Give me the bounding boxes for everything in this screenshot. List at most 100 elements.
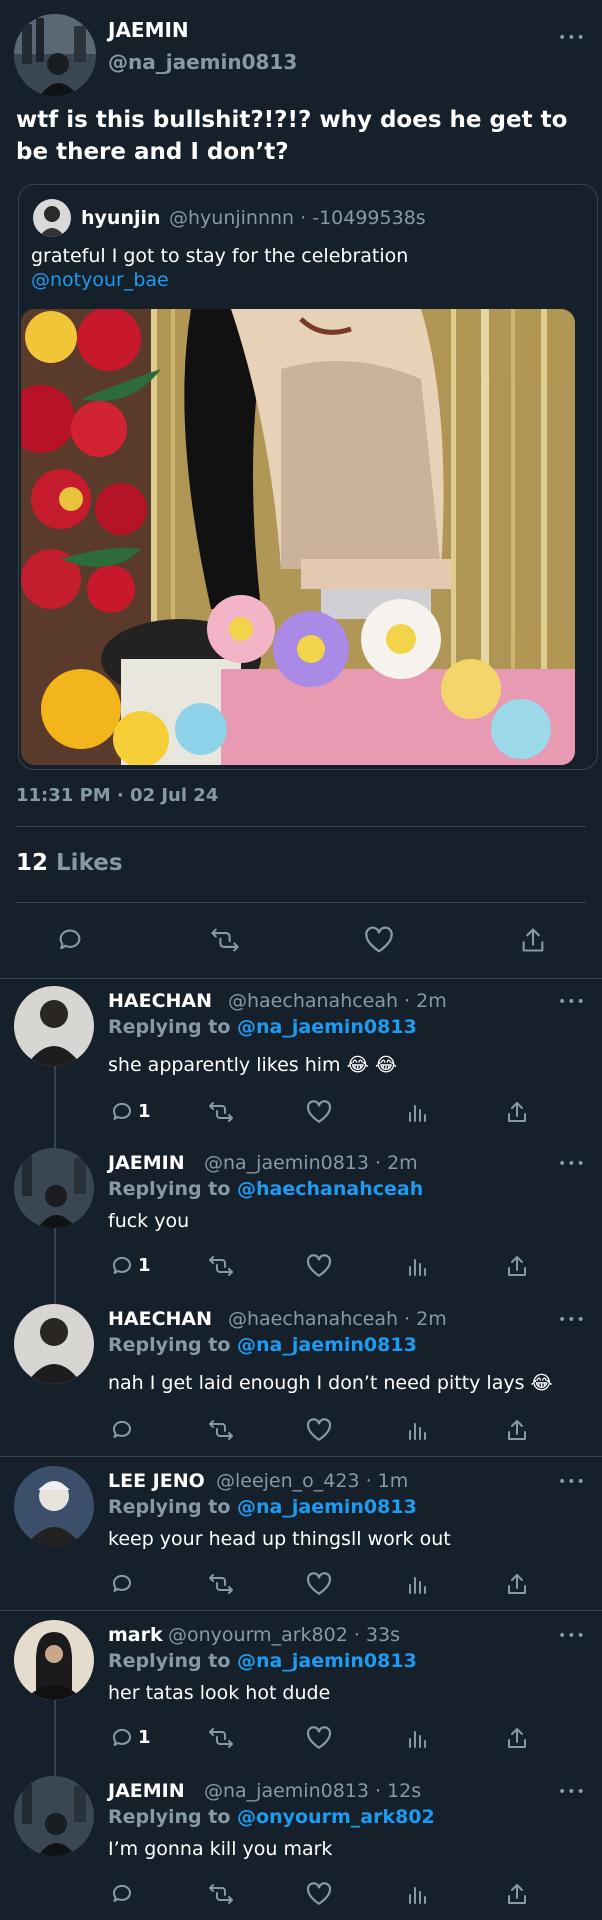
like-icon[interactable] [306,1418,332,1442]
author-handle[interactable]: @na_jaemin0813 [108,50,297,74]
divider [0,978,602,979]
retweet-icon[interactable] [208,1100,234,1124]
retweet-icon[interactable] [208,1418,234,1442]
replying-to-line: Replying to @na_jaemin0813 [108,1334,417,1356]
divider [16,902,586,903]
share-icon[interactable] [520,926,546,954]
reply-text: nah I get laid enough I don’t need pitty… [108,1372,553,1394]
reply-icon[interactable] [110,1418,134,1442]
tweet-timestamp: 11:31 PM · 02 Jul 24 [16,785,219,806]
reply-name[interactable]: HAECHAN [108,1308,212,1330]
quoted-author-name: hyunjin [81,207,161,229]
replying-to-link[interactable]: @onyourm_ark802 [237,1806,435,1828]
reply-name[interactable]: HAECHAN [108,990,212,1012]
replying-to-line: Replying to @na_jaemin0813 [108,1496,417,1518]
quoted-meta: @hyunjinnnn · -10499538s [169,207,426,229]
reply-text: her tatas look hot dude [108,1682,331,1704]
quoted-tweet-card[interactable]: hyunjin @hyunjinnnn · -10499538s gratefu… [18,184,598,770]
thread-line [54,1686,56,1782]
reply-icon[interactable] [110,1254,134,1278]
like-icon[interactable] [364,926,394,954]
divider [0,1610,602,1611]
analytics-icon[interactable] [406,1572,430,1596]
replying-to-link[interactable]: @na_jaemin0813 [237,1016,417,1038]
reply-meta: @leejen_o_423 · 1m [216,1470,409,1492]
divider [16,826,586,827]
analytics-icon[interactable] [406,1882,430,1906]
reply-name[interactable]: JAEMIN [108,1780,185,1802]
more-options-icon[interactable]: ••• [558,1156,586,1172]
share-icon[interactable] [506,1254,528,1278]
retweet-icon[interactable] [208,1882,234,1906]
reply-icon[interactable] [110,1100,134,1124]
like-icon[interactable] [306,1882,332,1906]
tweet-text: wtf is this bullshit?!?!? why does he ge… [16,107,568,165]
reply-meta: @haechanahceah · 2m [228,1308,447,1330]
reply-icon[interactable] [110,1882,134,1906]
reply-meta: @na_jaemin0813 · 12s [204,1780,422,1802]
reply-avatar[interactable] [14,1148,94,1228]
more-options-icon[interactable]: ••• [558,1628,586,1644]
author-avatar[interactable] [14,14,96,96]
reply-name[interactable]: LEE JENO [108,1470,205,1492]
reply-avatar[interactable] [14,1466,94,1546]
reply-meta: @na_jaemin0813 · 2m [204,1152,418,1174]
share-icon[interactable] [506,1572,528,1596]
like-icon[interactable] [306,1254,332,1278]
reply-text: fuck you [108,1210,190,1232]
analytics-icon[interactable] [406,1100,430,1124]
reply-icon[interactable] [56,926,84,954]
retweet-icon[interactable] [210,926,240,954]
thread-line [54,1222,56,1304]
likes-count: 12 [16,850,49,876]
reply-count: 1 [138,1727,151,1748]
reply-text: I’m gonna kill you mark [108,1838,333,1860]
reply-avatar[interactable] [14,986,94,1066]
replying-to-line: Replying to @haechanahceah [108,1178,424,1200]
like-icon[interactable] [306,1572,332,1596]
share-icon[interactable] [506,1882,528,1906]
replying-to-link[interactable]: @na_jaemin0813 [237,1334,417,1356]
like-icon[interactable] [306,1100,332,1124]
retweet-icon[interactable] [208,1572,234,1596]
author-name[interactable]: JAEMIN [108,18,189,42]
analytics-icon[interactable] [406,1418,430,1442]
reply-avatar[interactable] [14,1776,94,1856]
reply-text: she apparently likes him 😂 😂 [108,1054,398,1076]
replying-to-link[interactable]: @na_jaemin0813 [237,1496,417,1518]
replying-to-link[interactable]: @haechanahceah [237,1178,423,1200]
more-options-icon[interactable]: ••• [558,1474,586,1490]
reply-icon[interactable] [110,1726,134,1750]
analytics-icon[interactable] [406,1254,430,1278]
thread-line [54,1066,56,1148]
reply-avatar[interactable] [14,1620,94,1700]
replying-to-line: Replying to @onyourm_ark802 [108,1806,435,1828]
like-icon[interactable] [306,1726,332,1750]
more-options-icon[interactable]: ••• [558,1784,586,1800]
reply-meta: @onyourm_ark802 · 33s [168,1624,400,1646]
reply-icon[interactable] [110,1572,134,1596]
reply-text: keep your head up thingsll work out [108,1528,451,1550]
likes-stat[interactable]: 12 Likes [16,850,123,876]
analytics-icon[interactable] [406,1726,430,1750]
quoted-text: grateful I got to stay for the celebrati… [31,245,409,267]
reply-name[interactable]: JAEMIN [108,1152,185,1174]
quoted-photo[interactable] [21,309,575,765]
reply-meta: @haechanahceah · 2m [228,990,447,1012]
reply-count: 1 [138,1255,151,1276]
likes-label: Likes [56,850,123,876]
retweet-icon[interactable] [208,1254,234,1278]
reply-name[interactable]: mark [108,1624,163,1646]
quoted-mention-link[interactable]: @notyour_bae [31,269,169,291]
share-icon[interactable] [506,1100,528,1124]
reply-avatar[interactable] [14,1304,94,1384]
share-icon[interactable] [506,1418,528,1442]
reply-count: 1 [138,1101,151,1122]
share-icon[interactable] [506,1726,528,1750]
more-options-icon[interactable]: ••• [558,30,586,46]
replying-to-link[interactable]: @na_jaemin0813 [237,1650,417,1672]
replying-to-line: Replying to @na_jaemin0813 [108,1650,417,1672]
retweet-icon[interactable] [208,1726,234,1750]
more-options-icon[interactable]: ••• [558,994,586,1010]
more-options-icon[interactable]: ••• [558,1312,586,1328]
